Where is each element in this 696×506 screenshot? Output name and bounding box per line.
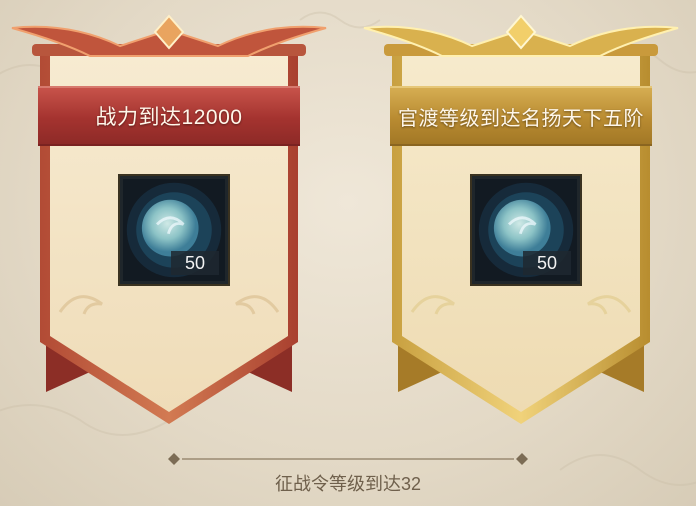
reward-item-slot[interactable]: 50 <box>120 176 228 284</box>
reward-card-power[interactable]: 战力到达12000 50 <box>10 12 328 432</box>
item-quantity: 50 <box>171 251 219 275</box>
reward-card-guandu-rank[interactable]: 官渡等级到达名扬天下五阶 50 <box>362 12 680 432</box>
footer-requirement: 征战令等级到达32 <box>0 445 696 495</box>
reward-condition-label: 战力到达12000 <box>38 86 300 146</box>
item-quantity: 50 <box>523 251 571 275</box>
reward-item-slot[interactable]: 50 <box>472 176 580 284</box>
reward-condition-label: 官渡等级到达名扬天下五阶 <box>390 86 652 146</box>
ornamental-divider <box>168 453 528 465</box>
pass-level-requirement-label: 征战令等级到达32 <box>274 474 422 494</box>
